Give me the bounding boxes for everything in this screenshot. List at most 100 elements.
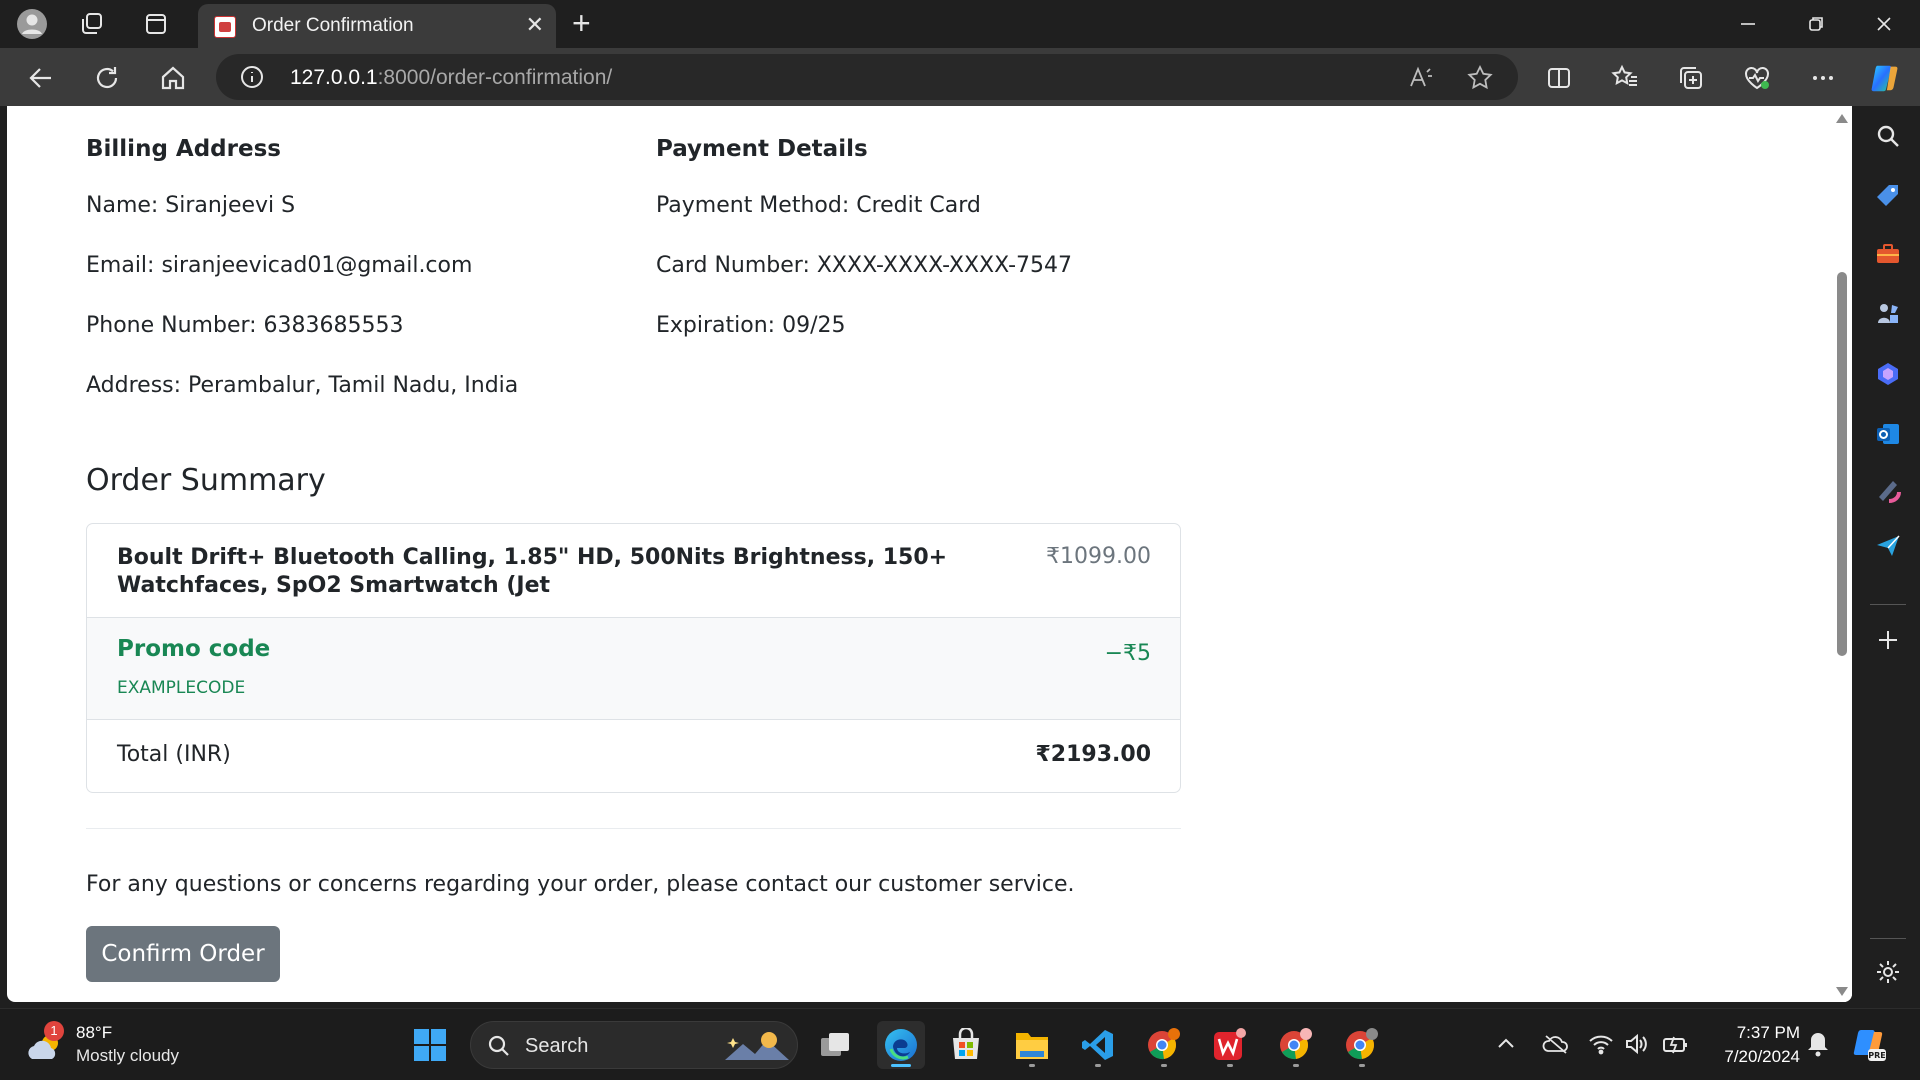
svg-text:PRE: PRE <box>1868 1051 1886 1060</box>
address-bar[interactable]: 127.0.0.1:8000/order-confirmation/ <box>216 54 1518 100</box>
billing-email: Email: siranjeevicad01@gmail.com <box>86 253 473 278</box>
browser-toolbar: 127.0.0.1:8000/order-confirmation/ <box>0 48 1920 106</box>
workspaces-icon[interactable] <box>76 8 108 40</box>
running-indicator <box>1359 1064 1365 1067</box>
volume-icon[interactable] <box>1624 1033 1650 1060</box>
split-screen-icon[interactable] <box>1542 61 1576 95</box>
order-summary-title: Order Summary <box>86 463 326 498</box>
chrome-icon <box>1346 1028 1378 1060</box>
profile-avatar-icon[interactable] <box>16 8 48 40</box>
list-item-total: Total (INR) ₹2193.00 <box>87 720 1180 792</box>
product-name: Boult Drift+ Bluetooth Calling, 1.85" HD… <box>117 545 948 598</box>
tab-title: Order Confirmation <box>252 15 414 36</box>
vscode-taskbar-button[interactable] <box>1074 1021 1122 1069</box>
page-scrollbar[interactable] <box>1832 106 1852 1002</box>
minimize-icon[interactable] <box>1728 8 1768 40</box>
sidebar-send-icon[interactable] <box>1874 532 1902 560</box>
scroll-down-arrow-icon[interactable] <box>1836 987 1848 996</box>
promo-amount: −₹5 <box>1104 641 1151 666</box>
running-indicator <box>1095 1064 1101 1067</box>
show-hidden-icons-icon[interactable] <box>1496 1033 1516 1058</box>
refresh-icon[interactable] <box>90 61 124 95</box>
confirm-order-button[interactable]: Confirm Order <box>86 926 280 982</box>
tab-close-icon[interactable]: ✕ <box>526 14 544 36</box>
payment-heading: Payment Details <box>656 136 868 162</box>
vscode-icon <box>1082 1030 1113 1060</box>
system-clock[interactable]: 7:37 PM 7/20/2024 <box>1700 1021 1800 1069</box>
edge-taskbar-button[interactable] <box>877 1021 925 1069</box>
sidebar-tools-icon[interactable] <box>1874 240 1902 268</box>
card-expiration: Expiration: 09/25 <box>656 313 846 338</box>
sidebar-games-icon[interactable] <box>1874 300 1902 328</box>
weather-alert-badge: 1 <box>44 1021 64 1041</box>
onedrive-icon[interactable] <box>1542 1033 1570 1060</box>
browser-essentials-icon[interactable] <box>1740 61 1774 95</box>
product-price: ₹1099.00 <box>1046 544 1151 569</box>
back-icon[interactable] <box>24 61 58 95</box>
restore-icon[interactable] <box>1796 8 1836 40</box>
tab-favicon-icon <box>214 16 236 38</box>
copilot-icon[interactable] <box>1868 61 1902 95</box>
page-viewport: Billing Address Name: Siranjeevi S Email… <box>7 106 1852 1002</box>
weather-widget[interactable]: 1 88°F Mostly cloudy <box>24 1021 224 1069</box>
collections-icon[interactable] <box>1674 61 1708 95</box>
edge-icon <box>885 1029 917 1061</box>
contact-message: For any questions or concerns regarding … <box>86 872 1075 897</box>
wifi-icon[interactable] <box>1588 1033 1614 1060</box>
billing-heading: Billing Address <box>86 136 281 162</box>
read-aloud-icon[interactable] <box>1408 64 1436 92</box>
order-summary-list: Boult Drift+ Bluetooth Calling, 1.85" HD… <box>86 523 1181 793</box>
task-view-button[interactable] <box>812 1021 860 1069</box>
running-indicator <box>1029 1064 1035 1067</box>
billing-name: Name: Siranjeevi S <box>86 193 296 218</box>
sidebar-search-icon[interactable] <box>1874 122 1902 150</box>
clock-date: 7/20/2024 <box>1724 1047 1800 1066</box>
sidebar-add-icon[interactable] <box>1874 626 1902 654</box>
total-value: ₹2193.00 <box>1035 742 1151 767</box>
running-indicator <box>1293 1064 1299 1067</box>
site-info-icon[interactable] <box>240 65 264 89</box>
windows-logo-icon <box>414 1029 446 1061</box>
sidebar-shopping-icon[interactable] <box>1874 182 1902 210</box>
sidebar-copilot-icon[interactable] <box>1874 360 1902 388</box>
card-number: Card Number: XXXX-XXXX-XXXX-7547 <box>656 253 1073 278</box>
chrome-profile-1-button[interactable] <box>1140 1021 1188 1069</box>
wps-office-taskbar-button[interactable] <box>1206 1021 1254 1069</box>
scroll-up-arrow-icon[interactable] <box>1836 114 1848 123</box>
window-close-icon[interactable] <box>1864 8 1904 40</box>
sidebar-separator-bottom <box>1870 938 1906 939</box>
weather-condition: Mostly cloudy <box>76 1046 179 1065</box>
battery-icon[interactable] <box>1662 1033 1690 1060</box>
sidebar-outlook-icon[interactable] <box>1874 420 1902 448</box>
taskbar-search-box[interactable]: Search <box>470 1021 798 1069</box>
divider <box>86 828 1181 829</box>
promo-title: Promo code <box>117 636 271 662</box>
start-button[interactable] <box>406 1021 454 1069</box>
vertical-tabs-icon[interactable] <box>140 8 172 40</box>
new-tab-icon[interactable]: + <box>572 6 591 40</box>
windows-taskbar: 1 88°F Mostly cloudy Search 7:37 PM 7/20… <box>0 1008 1920 1080</box>
running-indicator <box>1227 1064 1233 1067</box>
notifications-bell-icon[interactable] <box>1806 1031 1830 1062</box>
home-icon[interactable] <box>156 61 190 95</box>
microsoft-store-icon <box>953 1028 979 1059</box>
store-taskbar-button[interactable] <box>942 1021 990 1069</box>
active-tab[interactable]: Order Confirmation ✕ <box>198 4 556 48</box>
active-indicator <box>891 1064 911 1067</box>
running-indicator <box>1161 1064 1167 1067</box>
more-menu-icon[interactable] <box>1806 61 1840 95</box>
chrome-profile-2-button[interactable] <box>1272 1021 1320 1069</box>
browser-tab-bar: Order Confirmation ✕ + <box>0 0 1920 48</box>
favorite-star-icon[interactable] <box>1466 64 1494 92</box>
copilot-preview-icon[interactable]: PRE <box>1852 1027 1888 1068</box>
chrome-profile-3-button[interactable] <box>1338 1021 1386 1069</box>
sidebar-settings-icon[interactable] <box>1874 958 1902 986</box>
edge-sidebar <box>1856 106 1920 1008</box>
file-explorer-taskbar-button[interactable] <box>1008 1021 1056 1069</box>
sidebar-designer-icon[interactable] <box>1874 476 1902 504</box>
favorites-icon[interactable] <box>1608 61 1642 95</box>
url-text[interactable]: 127.0.0.1:8000/order-confirmation/ <box>290 66 612 90</box>
search-highlight-icon <box>725 1032 789 1060</box>
scrollbar-thumb[interactable] <box>1837 272 1847 656</box>
sidebar-separator <box>1870 604 1906 605</box>
